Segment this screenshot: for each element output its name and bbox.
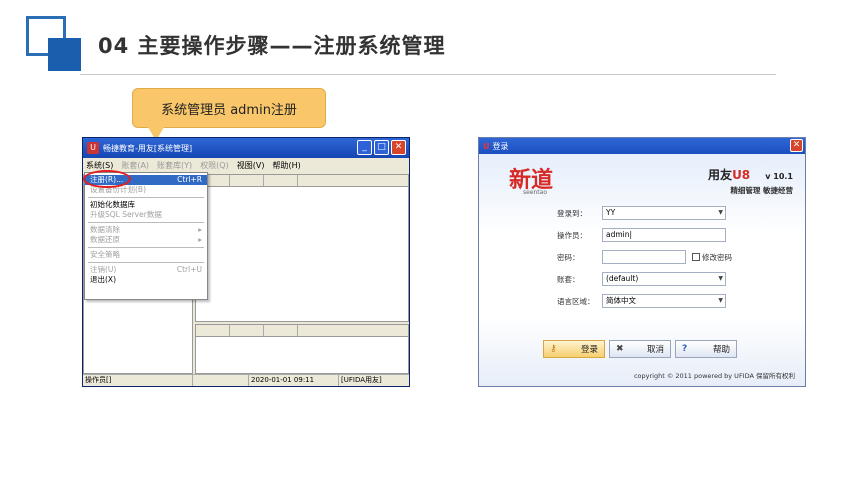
window-titlebar[interactable]: U 畅捷教育-用友[系统管理] _ □ ✕	[83, 138, 409, 158]
language-row: 语言区域： 简体中文 ▼	[557, 294, 726, 308]
menu-item[interactable]: 账套(A)	[121, 160, 149, 171]
login-body: 新道 seentao 用友U8 v 10.1 精细管理 敏捷经营 登录到： YY…	[479, 154, 805, 386]
dropdown-item-label: 退出(X)	[90, 275, 116, 284]
login-title: 登录	[492, 141, 509, 151]
change-password-checkbox[interactable]: 修改密码	[692, 252, 732, 263]
dropdown-item-shortcut: ▸	[198, 235, 202, 244]
slogan: 精细管理 敏捷经营	[730, 186, 793, 195]
login-button[interactable]: ⚷ 登录	[543, 340, 605, 358]
status-empty	[193, 375, 249, 386]
page-title: 04 主要操作步骤——注册系统管理	[98, 34, 446, 58]
menu-item[interactable]: 系统(S)	[86, 160, 113, 171]
help-button-label: 帮助	[712, 345, 730, 355]
status-operator: 操作员[]	[83, 375, 193, 386]
account-label: 账套：	[557, 274, 580, 284]
menu-item[interactable]: 权限(Q)	[200, 160, 229, 171]
login-close-button[interactable]: ✕	[790, 139, 803, 152]
user-value: admin	[606, 230, 630, 239]
cancel-button[interactable]: ✖ 取消	[609, 340, 671, 358]
maximize-button[interactable]: □	[374, 140, 389, 155]
language-select[interactable]: 简体中文 ▼	[602, 294, 726, 308]
minimize-button[interactable]: _	[357, 140, 372, 155]
window-title: 畅捷教育-用友[系统管理]	[103, 143, 193, 153]
account-select[interactable]: (default) ▼	[602, 272, 726, 286]
dropdown-item[interactable]: 升级SQL Server数据	[85, 210, 207, 220]
app-icon: U	[87, 142, 99, 154]
status-bar: 操作员[] 2020-01-01 09:11 [UFIDA用友]	[83, 374, 409, 386]
close-button[interactable]: ✕	[391, 140, 406, 155]
user-input[interactable]: admin|	[602, 228, 726, 242]
top-list-pane	[195, 174, 409, 322]
password-input[interactable]	[602, 250, 686, 264]
dropdown-item-label: 安全策略	[90, 250, 120, 259]
version-label: v 10.1	[765, 172, 793, 181]
dropdown-item-label: 注销(U)	[90, 265, 117, 274]
account-value: (default)	[606, 274, 639, 283]
dropdown-item-label: 数据清除	[90, 225, 120, 234]
login-app-icon: U	[483, 141, 490, 151]
account-row: 账套： (default) ▼	[557, 272, 726, 286]
user-row: 操作员： admin|	[557, 228, 726, 242]
dropdown-item[interactable]: 数据还原 ▸	[85, 235, 207, 245]
key-icon: ⚷	[550, 344, 557, 354]
highlight-ring	[83, 170, 131, 188]
dropdown-item-shortcut: Ctrl+U	[176, 265, 202, 274]
dropdown-item[interactable]: 注销(U) Ctrl+U	[85, 265, 207, 275]
change-password-label: 修改密码	[702, 252, 732, 262]
login-button-label: 登录	[580, 345, 598, 355]
chevron-down-icon: ▼	[718, 297, 723, 304]
callout-note: 系统管理员 admin注册	[132, 88, 326, 128]
server-row: 登录到： YY ▼	[557, 206, 726, 220]
help-button[interactable]: ? 帮助	[675, 340, 737, 358]
chevron-down-icon: ▼	[718, 209, 723, 216]
menu-separator	[88, 262, 204, 263]
menu-separator	[88, 247, 204, 248]
ufida-brand: 用友U8 v 10.1 精细管理 敏捷经营	[708, 164, 793, 196]
close-icon: ✖	[616, 344, 624, 354]
dropdown-item[interactable]: 退出(X)	[85, 275, 207, 285]
status-datetime: 2020-01-01 09:11	[249, 375, 339, 386]
menu-item[interactable]: 帮助(H)	[272, 160, 300, 171]
dropdown-item-shortcut: ▸	[198, 225, 202, 234]
chevron-down-icon: ▼	[718, 275, 723, 282]
server-label: 登录到：	[557, 208, 587, 218]
server-select[interactable]: YY ▼	[602, 206, 726, 220]
decorative-square-fill	[48, 38, 81, 71]
dropdown-item[interactable]: 数据清除 ▸	[85, 225, 207, 235]
menu-separator	[88, 222, 204, 223]
system-admin-window: U 畅捷教育-用友[系统管理] _ □ ✕ 系统(S) 账套(A) 账套库(Y) 权限…	[82, 137, 410, 387]
ufida-logo: 用友U8	[708, 168, 750, 182]
dropdown-item-label: 数据还原	[90, 235, 120, 244]
ufida-logo-text: 用友	[708, 168, 733, 182]
copyright-text: copyright © 2011 powered by UFIDA 保留所有权利	[633, 372, 795, 380]
status-brand: [UFIDA用友]	[341, 376, 382, 384]
menu-separator	[88, 197, 204, 198]
dropdown-item[interactable]: 初始化数据库	[85, 200, 207, 210]
dropdown-item[interactable]: 安全策略	[85, 250, 207, 260]
title-divider	[80, 74, 776, 75]
login-titlebar[interactable]: U 登录 ✕	[479, 138, 805, 154]
seentao-logo-sub: seentao	[523, 189, 548, 196]
cancel-button-label: 取消	[646, 345, 664, 355]
password-row: 密码： 修改密码	[557, 250, 732, 264]
language-value: 简体中文	[606, 296, 636, 305]
ufida-logo-mark: U8	[732, 168, 751, 182]
server-value: YY	[606, 208, 616, 217]
menu-item[interactable]: 视图(V)	[237, 160, 265, 171]
dropdown-item-label: 初始化数据库	[90, 200, 135, 209]
password-label: 密码：	[557, 252, 580, 262]
dropdown-item-shortcut: Ctrl+R	[177, 175, 202, 184]
menu-bar: 系统(S) 账套(A) 账套库(Y) 权限(Q) 视图(V) 帮助(H)	[83, 158, 409, 172]
user-label: 操作员：	[557, 230, 587, 240]
menu-item[interactable]: 账套库(Y)	[157, 160, 192, 171]
checkbox-icon	[692, 253, 700, 261]
help-icon: ?	[682, 344, 688, 354]
system-menu-dropdown: 注册(R)... Ctrl+R 设置备份计划(B) 初始化数据库 升级SQL Serve…	[84, 172, 208, 300]
dropdown-item-label: 升级SQL Server数据	[90, 210, 162, 219]
bottom-list-pane	[195, 324, 409, 374]
login-window: U 登录 ✕ 新道 seentao 用友U8 v 10.1 精细管理 敏捷经营 …	[478, 137, 806, 387]
language-label: 语言区域：	[557, 296, 595, 306]
